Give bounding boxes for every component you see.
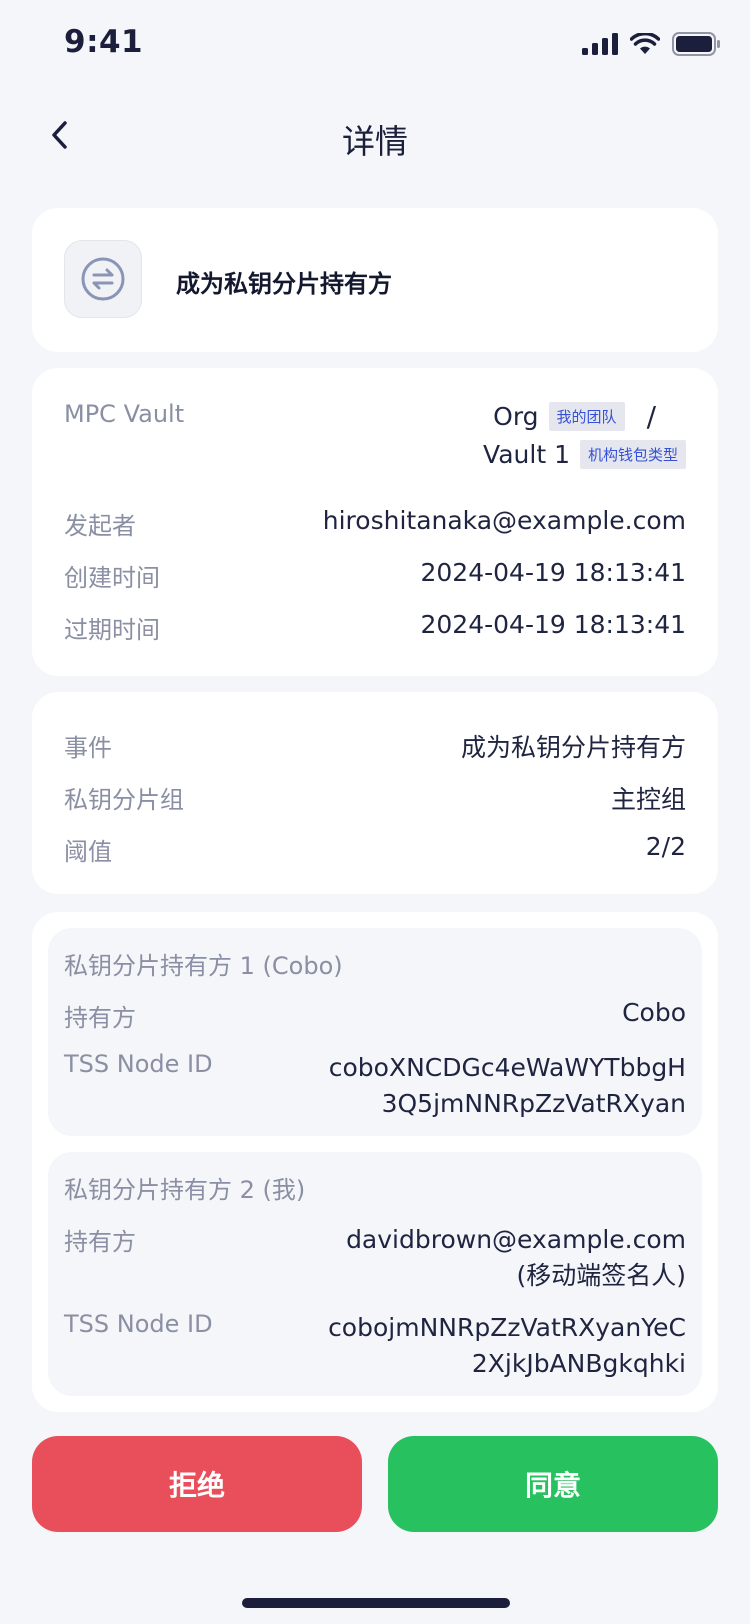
holder-2-title: 私钥分片持有方 2 (我) <box>64 1176 306 1204</box>
expire-value: 2024-04-19 18:13:41 <box>420 610 686 639</box>
page-title: 详情 <box>342 122 408 161</box>
threshold-label: 阈值 <box>64 838 112 866</box>
expire-label: 过期时间 <box>64 616 160 644</box>
holder-2-owner-line-1: davidbrown@example.com <box>346 1225 686 1254</box>
cellular-signal-icon <box>582 33 618 55</box>
group-value: 主控组 <box>610 785 686 814</box>
holder-2-node-line-1: cobojmNNRpZzVatRXyanYeC <box>328 1313 686 1342</box>
holder-2-owner-value: davidbrown@example.com (移动端签名人) <box>346 1222 686 1294</box>
battery-icon <box>672 32 720 56</box>
holder-2-node-value: cobojmNNRpZzVatRXyanYeC 2XjkJbANBgkqhki <box>328 1310 686 1382</box>
created-value: 2024-04-19 18:13:41 <box>420 558 686 587</box>
org-line: Org 我的团队 / <box>493 400 686 433</box>
vault-line: Vault 1 机构钱包类型 <box>483 440 686 469</box>
initiator-label: 发起者 <box>64 512 136 540</box>
created-label: 创建时间 <box>64 564 160 592</box>
holder-2-owner-label: 持有方 <box>64 1228 136 1256</box>
holders-card: 私钥分片持有方 1 (Cobo) 持有方 Cobo TSS Node ID co… <box>32 912 718 1412</box>
request-info-card: MPC Vault Org 我的团队 / Vault 1 机构钱包类型 发起者 … <box>32 368 718 676</box>
holder-1-title: 私钥分片持有方 1 (Cobo) <box>64 952 343 980</box>
holder-1-node-line-2: 3Q5jmNNRpZzVatRXyan <box>381 1089 686 1118</box>
holder-1-node-value: coboXNCDGc4eWaWYTbbgH 3Q5jmNNRpZzVatRXya… <box>329 1050 686 1122</box>
org-name: Org <box>493 402 539 431</box>
holder-1-node-line-1: coboXNCDGc4eWaWYTbbgH <box>328 1053 686 1082</box>
wifi-icon <box>630 33 660 54</box>
holder-2-owner-line-2: (移动端签名人) <box>516 1261 686 1290</box>
event-summary-card: 成为私钥分片持有方 <box>32 208 718 352</box>
holder-1-owner-label: 持有方 <box>64 1004 136 1032</box>
org-tag: 我的团队 <box>548 402 625 431</box>
accept-button[interactable]: 同意 <box>388 1436 718 1532</box>
nav-bar: 详情 <box>0 95 750 175</box>
holder-card-1: 私钥分片持有方 1 (Cobo) 持有方 Cobo TSS Node ID co… <box>48 928 702 1136</box>
event-info-card: 事件 成为私钥分片持有方 私钥分片组 主控组 阈值 2/2 <box>32 692 718 894</box>
status-time: 9:41 <box>64 24 144 60</box>
holder-2-node-label: TSS Node ID <box>64 1310 213 1338</box>
group-label: 私钥分片组 <box>64 786 184 814</box>
reject-button[interactable]: 拒绝 <box>32 1436 362 1532</box>
home-indicator[interactable] <box>242 1598 510 1608</box>
vault-name: Vault 1 <box>483 440 570 469</box>
event-title: 成为私钥分片持有方 <box>176 270 392 298</box>
path-separator: / <box>646 400 656 433</box>
threshold-value: 2/2 <box>645 832 686 861</box>
holder-1-node-label: TSS Node ID <box>64 1050 213 1078</box>
status-bar: 9:41 <box>0 0 750 90</box>
event-value: 成为私钥分片持有方 <box>460 733 686 762</box>
swap-icon <box>81 257 125 301</box>
status-icons <box>582 32 720 56</box>
holder-1-owner-value: Cobo <box>622 998 686 1027</box>
event-icon-box <box>64 240 142 318</box>
initiator-value: hiroshitanaka@example.com <box>322 506 686 535</box>
vault-label: MPC Vault <box>64 400 185 428</box>
holder-2-node-line-2: 2XjkJbANBgkqhki <box>471 1349 686 1378</box>
vault-tag: 机构钱包类型 <box>579 440 686 469</box>
event-label: 事件 <box>64 734 112 762</box>
holder-card-2: 私钥分片持有方 2 (我) 持有方 davidbrown@example.com… <box>48 1152 702 1396</box>
